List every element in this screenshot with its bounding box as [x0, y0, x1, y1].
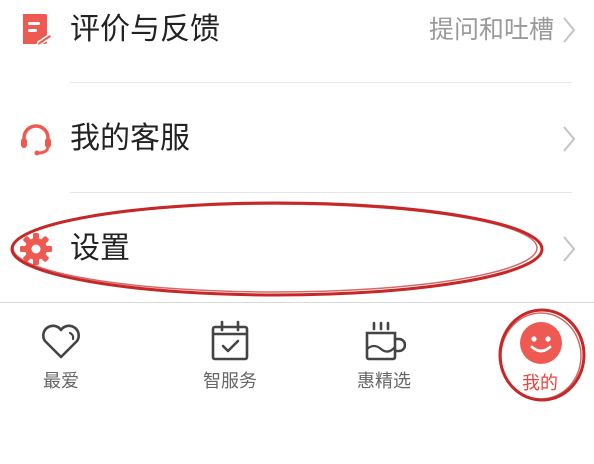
- tab-label: 我的: [522, 373, 558, 394]
- menu-item-label: 我的客服: [70, 121, 190, 156]
- tab-smart-service[interactable]: 智服务: [170, 303, 290, 403]
- menu-item-label: 设置: [70, 231, 130, 266]
- smiley-face-icon: [519, 321, 563, 365]
- menu-item-feedback[interactable]: 评价与反馈 提问和吐槽: [0, 0, 594, 84]
- tab-favorites[interactable]: 最爱: [1, 303, 121, 403]
- heart-icon: [39, 319, 83, 363]
- tab-label: 惠精选: [357, 371, 411, 392]
- bottom-tab-bar: 最爱 智服务 惠精选 我的: [0, 302, 594, 403]
- menu-item-customer-service[interactable]: 我的客服: [0, 83, 594, 193]
- tab-mine[interactable]: 我的: [480, 303, 594, 403]
- menu-item-hint: 提问和吐槽: [428, 15, 554, 44]
- coffee-cup-icon: [362, 319, 406, 363]
- gear-icon: [18, 231, 54, 267]
- menu-item-label: 评价与反馈: [70, 12, 220, 47]
- menu-item-settings[interactable]: 设置: [0, 193, 594, 303]
- feedback-icon: [18, 12, 54, 48]
- chevron-right-icon: [562, 125, 576, 153]
- headset-icon: [18, 121, 54, 157]
- tab-label: 智服务: [203, 371, 257, 392]
- tab-deals[interactable]: 惠精选: [324, 303, 444, 403]
- tab-label: 最爱: [43, 371, 79, 392]
- calendar-check-icon: [208, 319, 252, 363]
- chevron-right-icon: [562, 235, 576, 263]
- chevron-right-icon: [562, 16, 576, 44]
